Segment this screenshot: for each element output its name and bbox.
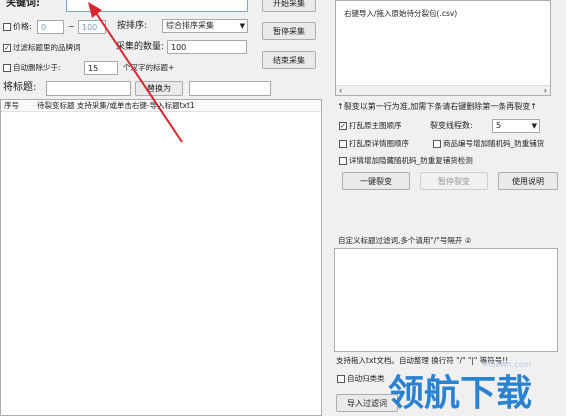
auto-delete-label: 自动删除少于: — [13, 63, 61, 72]
annotation-arrow — [88, 2, 183, 143]
check-icon: ✓ — [340, 122, 346, 130]
check-icon: ✓ — [4, 44, 10, 52]
scroll-right-icon[interactable]: › — [544, 86, 547, 96]
watermark-brand: 领航下载 — [388, 373, 533, 414]
horizontal-scrollbar[interactable]: ‹ › — [336, 85, 550, 95]
shuffle-main-checkbox[interactable]: ✓ — [339, 122, 347, 130]
pause-split-button[interactable]: 暂停裂变 — [420, 172, 488, 190]
table-header-index[interactable]: 序号 — [4, 100, 19, 112]
auto-delete-checkbox[interactable] — [3, 64, 11, 72]
chevron-down-icon: ▼ — [239, 22, 245, 30]
pause-collect-button[interactable]: 暂停采集 — [262, 22, 316, 40]
title-label: 将标题: — [3, 82, 37, 93]
auto-classify-checkbox[interactable] — [337, 375, 345, 383]
shuffle-detail-checkbox[interactable] — [339, 140, 347, 148]
price-min-input[interactable]: 0 — [37, 20, 64, 34]
shuffle-main-label: 打乱原主图顺序 — [349, 121, 402, 130]
price-label: 价格: — [13, 22, 32, 31]
one-key-split-button[interactable]: 一键裂变 — [342, 172, 410, 190]
split-threads-label: 裂变线程数: — [430, 121, 473, 130]
shuffle-detail-label: 打乱原详情图顺序 — [349, 139, 409, 148]
end-collect-button[interactable]: 结束采集 — [262, 51, 316, 69]
price-separator: ~ — [68, 22, 75, 31]
detail-random-checkbox[interactable] — [339, 157, 347, 165]
split-threads-select[interactable]: 5 ▼ — [492, 119, 540, 133]
csv-drop-area[interactable]: 右键导入/拖入原始待分裂包(.csv) ‹ › — [335, 0, 551, 96]
custom-filter-textarea[interactable] — [334, 248, 558, 352]
scroll-left-icon[interactable]: ‹ — [339, 86, 342, 96]
help-button[interactable]: 使用说明 — [498, 172, 558, 190]
product-code-label: 商品编号增加随机码_防重铺货 — [443, 139, 545, 148]
split-threads-value: 5 — [496, 121, 502, 130]
import-csv-text: 右键导入/拖入原始待分裂包(.csv) — [344, 9, 458, 18]
start-collect-button[interactable]: 开始采集 — [262, 0, 316, 12]
filter-brand-checkbox[interactable]: ✓ — [3, 44, 11, 52]
watermark-site: lhdown.com — [483, 360, 532, 369]
filter-brand-label: 过滤标题里的品牌词 — [13, 43, 81, 52]
detail-random-label: 详情增加隐藏随机码_防重复铺货检测 — [349, 156, 473, 165]
keyword-label: 关键词: — [6, 0, 40, 9]
price-checkbox[interactable] — [3, 23, 11, 31]
auto-classify-label: 自动归类类 — [347, 374, 385, 383]
custom-filter-label: 自定义标题过滤词,多个请用"/"号隔开 ② — [338, 236, 472, 245]
product-code-checkbox[interactable] — [433, 140, 441, 148]
chevron-down-icon: ▼ — [531, 122, 537, 130]
split-note: ↑裂变以第一行为准,加需下条请右键删除第一条再裂变↑ — [337, 102, 537, 111]
title-to-input[interactable] — [189, 81, 271, 96]
